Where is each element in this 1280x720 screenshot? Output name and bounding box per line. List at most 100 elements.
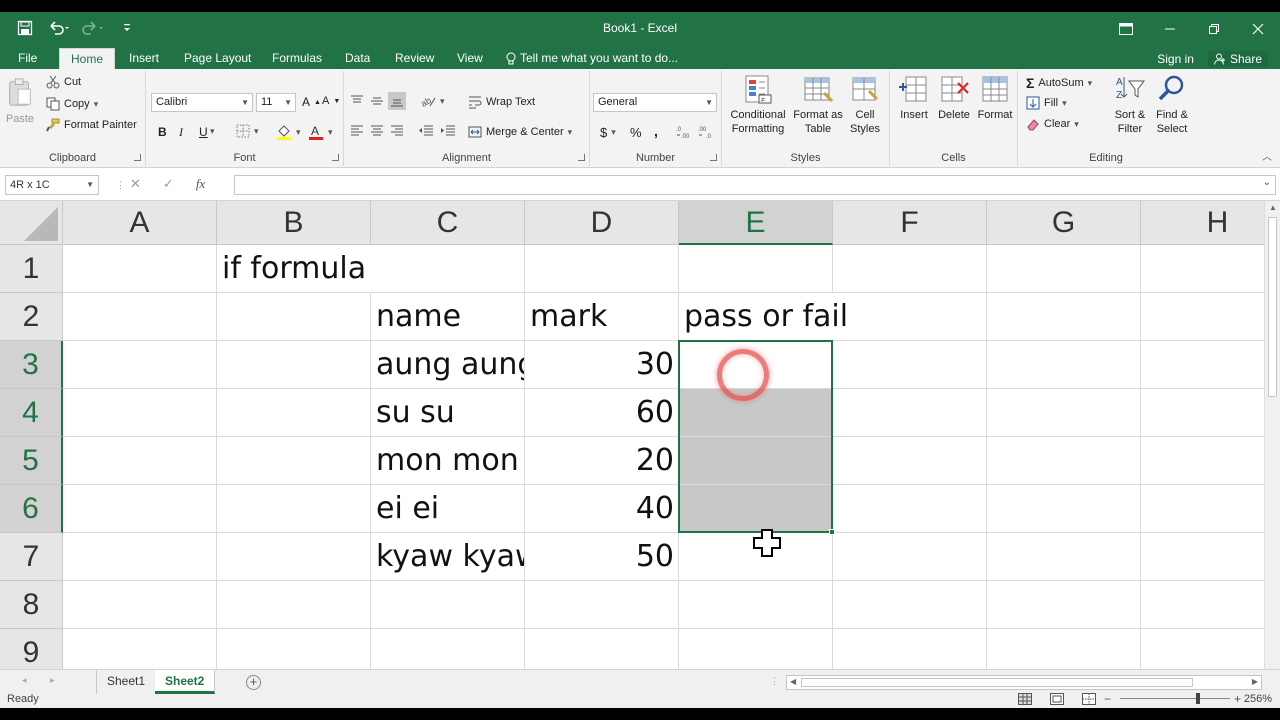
insert-function-icon[interactable]: fx <box>196 176 205 192</box>
orientation-button[interactable]: ab ▾ <box>420 94 445 108</box>
cell-e2[interactable]: pass or fail <box>679 293 848 341</box>
zoom-out-icon[interactable]: − <box>1104 692 1111 706</box>
underline-button[interactable]: U <box>199 125 208 139</box>
cell-f6[interactable] <box>833 485 987 533</box>
cell-h6[interactable] <box>1141 485 1264 533</box>
format-painter-button[interactable]: Format Painter <box>46 118 137 132</box>
row-header-6[interactable]: 6 <box>0 485 63 533</box>
cell-g2[interactable] <box>987 293 1141 341</box>
cell-f7[interactable] <box>833 533 987 581</box>
cell-b3[interactable] <box>217 341 371 389</box>
cell-a7[interactable] <box>63 533 217 581</box>
worksheet-grid[interactable]: A B C D E F G H 1 if formula 2 name mark pass or fail… <box>0 201 1264 669</box>
sort-filter-button[interactable]: AZ Sort & Filter <box>1110 73 1150 136</box>
tab-insert[interactable]: Insert <box>121 48 167 69</box>
share-button[interactable]: Share <box>1207 50 1268 67</box>
cell-e1[interactable] <box>679 245 833 293</box>
cell-f4[interactable] <box>833 389 987 437</box>
cell-d9[interactable] <box>525 629 679 669</box>
cell-d8[interactable] <box>525 581 679 629</box>
wrap-text-button[interactable]: Wrap Text <box>468 95 535 109</box>
conditional-formatting-button[interactable]: ≠ Conditional Formatting <box>728 73 788 136</box>
increase-decimal-button[interactable]: .0.00 <box>676 125 694 139</box>
horizontal-scrollbar[interactable]: ◀ ▶ <box>786 675 1262 690</box>
top-align-button[interactable] <box>350 95 364 107</box>
insert-cells-button[interactable]: Insert <box>896 73 932 122</box>
font-color-button[interactable]: A ▾ <box>308 124 333 140</box>
cell-c3[interactable]: aung aung <box>371 341 525 389</box>
bottom-align-button[interactable] <box>388 92 406 110</box>
vertical-scrollbar[interactable]: ▲ <box>1264 201 1280 669</box>
ribbon-display-options-icon[interactable] <box>1104 12 1148 45</box>
tab-review[interactable]: Review <box>387 48 442 69</box>
tab-page-layout[interactable]: Page Layout <box>176 48 259 69</box>
enter-icon[interactable]: ✓ <box>163 176 174 192</box>
cell-g4[interactable] <box>987 389 1141 437</box>
cell-h2[interactable] <box>1141 293 1264 341</box>
cell-c9[interactable] <box>371 629 525 669</box>
bold-button[interactable]: B <box>158 125 167 139</box>
cell-b6[interactable] <box>217 485 371 533</box>
format-as-table-button[interactable]: Format as Table <box>792 73 844 136</box>
delete-cells-button[interactable]: Delete <box>936 73 972 122</box>
tab-formulas[interactable]: Formulas <box>264 48 330 69</box>
align-right-button[interactable] <box>390 125 404 137</box>
zoom-slider[interactable] <box>1120 698 1230 699</box>
cell-d5[interactable]: 20 <box>525 437 679 485</box>
column-header-g[interactable]: G <box>987 201 1141 245</box>
find-select-button[interactable]: Find & Select <box>1150 73 1194 136</box>
alignment-launcher-icon[interactable] <box>578 154 585 161</box>
cell-d3[interactable]: 30 <box>525 341 679 389</box>
tell-me-search[interactable]: Tell me what you want to do... <box>506 48 678 69</box>
horizontal-scroll-thumb[interactable] <box>801 678 1193 687</box>
cell-styles-button[interactable]: Cell Styles <box>844 73 886 136</box>
minimize-icon[interactable] <box>1148 12 1192 45</box>
clear-button[interactable]: Clear ▾ <box>1026 117 1079 131</box>
cell-h9[interactable] <box>1141 629 1264 669</box>
decrease-decimal-button[interactable]: .00.0 <box>698 125 716 139</box>
cell-a2[interactable] <box>63 293 217 341</box>
cell-e8[interactable] <box>679 581 833 629</box>
cell-g8[interactable] <box>987 581 1141 629</box>
cell-a4[interactable] <box>63 389 217 437</box>
clipboard-launcher-icon[interactable] <box>134 154 141 161</box>
cell-d7[interactable]: 50 <box>525 533 679 581</box>
sheet-tab-sheet2[interactable]: Sheet2 <box>155 670 216 694</box>
underline-dropdown-icon[interactable]: ▾ <box>210 126 215 137</box>
normal-view-icon[interactable] <box>1018 693 1032 705</box>
expand-formula-bar-icon[interactable]: ⌄ <box>1263 177 1271 188</box>
accounting-format-button[interactable]: $ ▾ <box>600 125 616 140</box>
sheet-tab-sheet1[interactable]: Sheet1 <box>96 670 157 694</box>
borders-button[interactable]: ▾ <box>236 124 259 138</box>
cell-g3[interactable] <box>987 341 1141 389</box>
middle-align-button[interactable] <box>370 95 384 107</box>
cell-a6[interactable] <box>63 485 217 533</box>
merge-center-button[interactable]: Merge & Center ▾ <box>468 125 572 139</box>
row-header-4[interactable]: 4 <box>0 389 63 437</box>
sign-in-link[interactable]: Sign in <box>1157 52 1194 66</box>
cell-c8[interactable] <box>371 581 525 629</box>
page-break-view-icon[interactable] <box>1082 693 1096 705</box>
cell-h3[interactable] <box>1141 341 1264 389</box>
cell-c1[interactable] <box>371 245 525 293</box>
select-all-corner[interactable] <box>0 201 63 245</box>
zoom-in-icon[interactable]: + <box>1234 692 1241 706</box>
increase-indent-button[interactable] <box>440 125 456 137</box>
cell-a3[interactable] <box>63 341 217 389</box>
scroll-left-icon[interactable]: ◀ <box>790 677 796 686</box>
scroll-right-icon[interactable]: ▶ <box>1252 677 1258 686</box>
cell-c4[interactable]: su su <box>371 389 525 437</box>
align-left-button[interactable] <box>350 125 364 137</box>
cell-b8[interactable] <box>217 581 371 629</box>
row-header-7[interactable]: 7 <box>0 533 63 581</box>
fill-color-button[interactable]: ▾ <box>276 124 301 140</box>
cell-h1[interactable] <box>1141 245 1264 293</box>
increase-font-size-button[interactable]: A ▲ <box>302 95 321 109</box>
name-box[interactable]: 4R x 1C ▼ <box>5 175 99 195</box>
italic-button[interactable]: I <box>179 125 183 140</box>
page-layout-view-icon[interactable] <box>1050 693 1064 705</box>
tab-file[interactable]: File <box>10 48 45 69</box>
font-size-select[interactable]: 11 ▼ <box>256 93 296 112</box>
cell-g5[interactable] <box>987 437 1141 485</box>
restore-icon[interactable] <box>1192 12 1236 45</box>
